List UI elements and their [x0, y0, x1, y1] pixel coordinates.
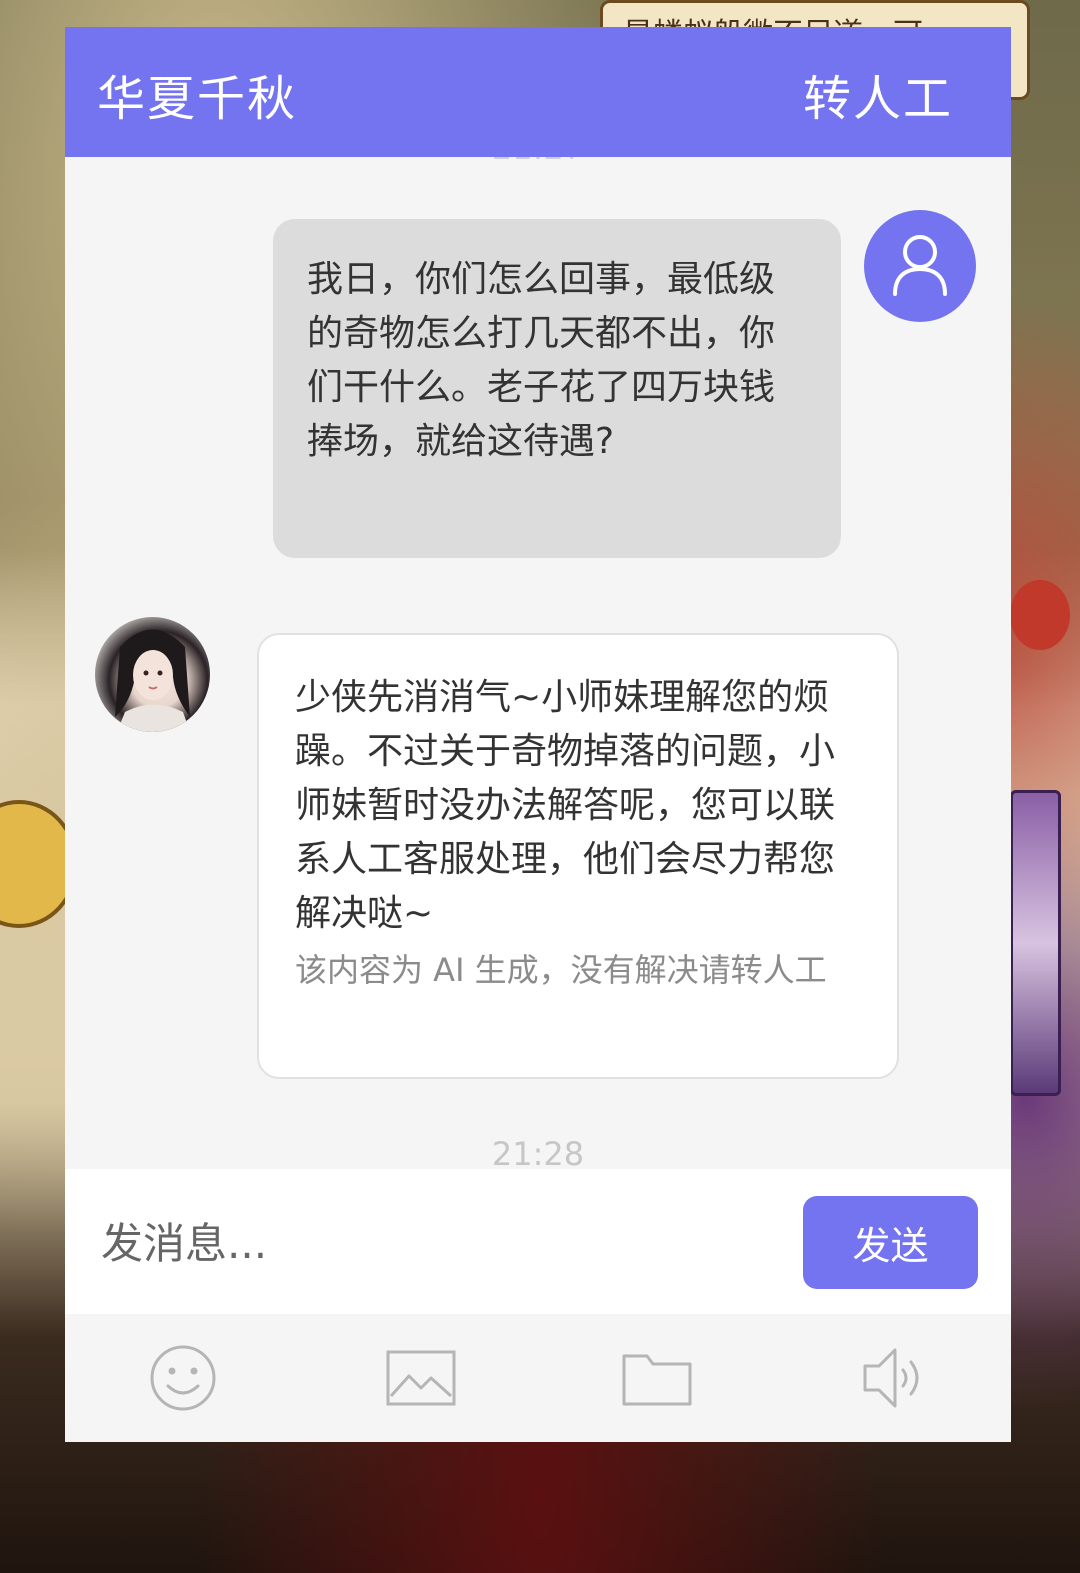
user-message-bubble: 我日，你们怎么回事，最低级的奇物怎么打几天都不出，你们干什么。老子花了四万块钱捧… — [273, 219, 841, 558]
speaker-icon — [863, 1348, 919, 1408]
user-avatar — [864, 210, 976, 322]
transfer-to-human-button[interactable]: 转人工 — [803, 59, 953, 129]
background-counter-badge — [1010, 580, 1070, 650]
assistant-message-text: 少侠先消消气~小师妹理解您的烦躁。不过关于奇物掉落的问题，小师妹暂时没办法解答呢… — [295, 677, 836, 934]
file-button[interactable] — [621, 1344, 693, 1412]
message-input-bar: 发送 — [65, 1169, 1011, 1314]
emoji-icon — [150, 1345, 216, 1411]
timestamp: 21:28 — [491, 1135, 585, 1169]
folder-icon — [622, 1354, 692, 1406]
message-list[interactable]: 21:27 我日，你们怎么回事，最低级的奇物怎么打几天都不出，你们干什么。老子花… — [65, 157, 1011, 1169]
assistant-portrait-icon — [115, 629, 190, 732]
chat-title: 华夏千秋 — [97, 71, 298, 127]
person-icon — [893, 235, 947, 296]
ai-generated-notice: 该内容为 AI 生成，没有解决请转人工 — [295, 951, 827, 989]
background-character-card — [1010, 790, 1061, 1096]
chat-header: 华夏千秋 转人工 — [65, 27, 1011, 157]
assistant-message-bubble: 少侠先消消气~小师妹理解您的烦躁。不过关于奇物掉落的问题，小师妹暂时没办法解答呢… — [257, 633, 899, 1079]
send-button[interactable]: 发送 — [803, 1196, 978, 1289]
timestamp: 21:27 — [65, 157, 1011, 167]
assistant-avatar — [95, 617, 210, 732]
attachment-toolbar — [65, 1314, 1011, 1442]
emoji-button[interactable] — [147, 1344, 219, 1412]
message-input[interactable] — [99, 1207, 783, 1279]
customer-service-chat-panel: 华夏千秋 转人工 21:27 我日，你们怎么回事，最低级的奇物怎么打几天都不出，… — [65, 27, 1011, 1442]
voice-button[interactable] — [859, 1344, 931, 1412]
image-icon — [386, 1350, 456, 1406]
image-button[interactable] — [385, 1344, 457, 1412]
